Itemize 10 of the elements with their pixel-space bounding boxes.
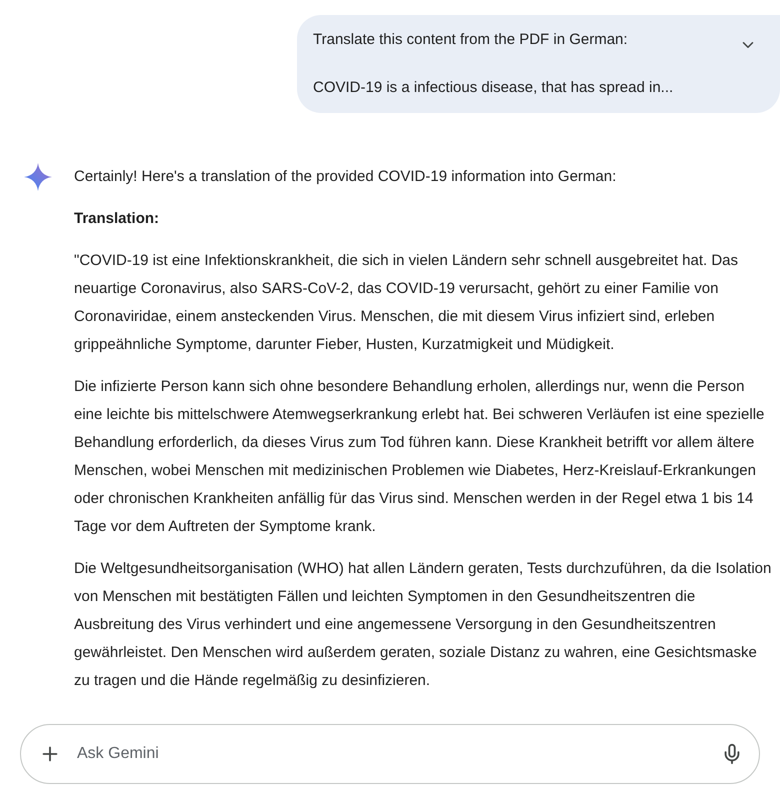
response-paragraph: Die Weltgesundheitsorganisation (WHO) hat allen Ländern geraten, Tests durchzuführen, da die Isolation von Menschen mit bestätigten Fällen und leichten Symptomen in den Gesundheitszentren die Ausbreitung des Virus verhindert und eine angemessene Versorgung in den Gesundheitszentren gewährleistet. Den Menschen wird außerdem geraten, soziale Distanz zu wahren, eine Gesichtsmaske zu tragen und die Hände regelmäßig zu desinfizieren.	[74, 559, 772, 691]
prompt-input-bar[interactable]: Ask Gemini	[20, 724, 760, 784]
sparkle-icon	[24, 163, 52, 191]
translation-heading: Translation:	[74, 209, 160, 229]
user-message-text: COVID-19 is a infectious disease, that has spread in...	[313, 78, 674, 98]
prompt-input[interactable]: Ask Gemini	[77, 742, 705, 766]
response-paragraph: "COVID-19 ist eine Infektionskrankheit, die sich in vielen Ländern sehr schnell ausgebreitet hat. Das neuartige Coronavirus, also SARS-CoV-2, das COVID-19 verursacht, gehört zu einer Familie von Coronaviridae, einem ansteckenden Virus. Menschen, die mit diesem Virus infiziert sind, erleben grippeähnliche Symptome, darunter Fieber, Husten, Kurzatmigkeit und Müdigkeit.	[74, 251, 740, 355]
response-intro: Certainly! Here's a translation of the provided COVID-19 information into German:	[74, 167, 618, 187]
response-paragraph: Die infizierte Person kann sich ohne besondere Behandlung erholen, allerdings nur, wenn die Person eine leichte bis mittelschwere Atemwegserkrankung erlebt hat. Bei schweren Verläufen ist eine spezielle Behandlung erforderlich, da dieses Virus zum Tod führen kann. Diese Krankheit betrifft vor allem ältere Menschen, wobei Menschen mit medizinischen Problemen wie Diabetes, Herz-Kreislauf-Erkrankungen oder chronischen Krankheiten anfällig für das Virus sind. Menschen werden in der Regel etwa 1 bis 14 Tage vor dem Auftreten der Symptome krank.	[74, 377, 766, 537]
user-message-text: Translate this content from the PDF in German:	[313, 30, 629, 50]
